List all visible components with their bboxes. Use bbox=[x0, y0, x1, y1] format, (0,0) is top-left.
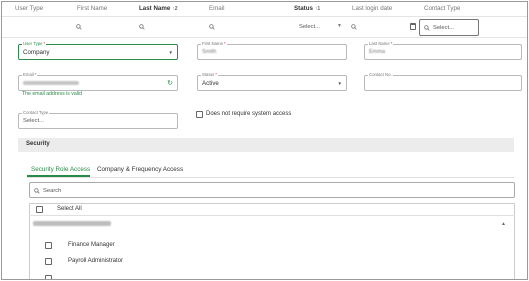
role-search-input[interactable]: Search bbox=[29, 182, 515, 198]
contact-type-value: Select... bbox=[23, 118, 44, 124]
role-label-payroll-administrator: Payroll Administrator bbox=[68, 258, 124, 264]
col-contact-type[interactable]: Contact Type bbox=[424, 5, 460, 12]
col-email[interactable]: Email bbox=[209, 5, 224, 12]
role-checkbox-finance-manager[interactable] bbox=[45, 242, 52, 249]
contact-no-field[interactable]: Contact No. bbox=[364, 72, 522, 91]
tab-company-frequency-access[interactable]: Company & Frequency Access bbox=[97, 166, 183, 173]
status-label: Status* bbox=[201, 72, 218, 78]
select-all-label: Select All bbox=[57, 206, 82, 212]
user-type-value: Company bbox=[23, 49, 50, 56]
first-name-label: First Name* bbox=[201, 41, 227, 47]
security-section-header[interactable]: Security bbox=[18, 138, 514, 152]
filter-row: Select... ▼ Select... bbox=[2, 16, 527, 38]
status-filter-select[interactable]: Select... bbox=[299, 24, 320, 30]
status-value: Active bbox=[202, 80, 219, 87]
sort-indicator-icon: ↑1 bbox=[314, 6, 321, 12]
user-type-label: User Type* bbox=[22, 41, 47, 47]
last-name-field[interactable]: Last Name* Emma bbox=[364, 41, 522, 60]
col-user-type[interactable]: User Type bbox=[15, 5, 43, 12]
search-icon[interactable] bbox=[76, 24, 82, 30]
email-value-redacted bbox=[23, 81, 79, 85]
chevron-down-icon: ▼ bbox=[337, 81, 342, 86]
search-icon bbox=[424, 25, 430, 31]
chevron-down-icon: ▼ bbox=[337, 23, 342, 29]
first-name-field[interactable]: First Name* Smith bbox=[197, 41, 347, 60]
role-search-placeholder: Search bbox=[43, 188, 62, 194]
contact-type-label: Contact Type bbox=[22, 110, 50, 116]
first-name-value: Smith bbox=[202, 49, 217, 55]
contact-type-filter-select[interactable]: Select... bbox=[419, 19, 479, 36]
col-status[interactable]: Status ↑1 bbox=[294, 5, 320, 12]
tab-security-role-access[interactable]: Security Role Access bbox=[31, 166, 90, 173]
security-title: Security bbox=[26, 141, 50, 147]
role-checkbox[interactable] bbox=[45, 275, 52, 279]
last-name-label: Last Name* bbox=[368, 41, 394, 47]
no-system-access-label: Does not require system access bbox=[206, 111, 292, 117]
col-last-name-label: Last Name bbox=[139, 5, 171, 12]
chevron-up-icon[interactable]: ▲ bbox=[501, 221, 506, 227]
tab-divider bbox=[27, 177, 514, 178]
grid-header: User Type First Name Last Name ↑2 Email S… bbox=[2, 2, 527, 16]
email-label: Email* bbox=[22, 72, 38, 78]
search-icon[interactable] bbox=[209, 24, 215, 30]
role-group-name-redacted bbox=[33, 221, 111, 226]
sort-indicator-icon: ↑2 bbox=[172, 6, 178, 12]
role-checkbox-payroll-administrator[interactable] bbox=[45, 258, 52, 265]
contact-type-filter-value: Select... bbox=[433, 25, 454, 31]
chevron-down-icon: ▼ bbox=[168, 50, 173, 55]
last-name-value: Emma bbox=[369, 49, 386, 55]
contact-type-select[interactable]: Contact Type Select... bbox=[18, 110, 178, 129]
user-type-select[interactable]: User Type* Company ▼ bbox=[18, 41, 178, 60]
search-icon[interactable] bbox=[351, 24, 357, 30]
calendar-icon[interactable] bbox=[410, 23, 416, 30]
status-select[interactable]: Status* Active ▼ bbox=[197, 72, 347, 91]
refresh-icon[interactable]: ↻ bbox=[167, 79, 173, 87]
email-field[interactable]: Email* ↻ bbox=[18, 72, 178, 91]
user-editor-frame: User Type First Name Last Name ↑2 Email S… bbox=[1, 1, 528, 280]
col-first-name[interactable]: First Name bbox=[77, 5, 107, 12]
search-icon[interactable] bbox=[139, 24, 145, 30]
contact-no-label: Contact No. bbox=[368, 72, 393, 78]
search-icon bbox=[34, 188, 40, 194]
role-label-finance-manager: Finance Manager bbox=[68, 242, 115, 248]
col-last-login[interactable]: Last login date bbox=[352, 5, 392, 12]
list-divider bbox=[29, 215, 515, 216]
col-status-label: Status bbox=[294, 5, 313, 12]
select-all-checkbox[interactable] bbox=[36, 206, 43, 213]
col-last-name[interactable]: Last Name ↑2 bbox=[139, 5, 178, 12]
no-system-access-checkbox[interactable] bbox=[196, 111, 203, 118]
email-validation-message: The email address is valid bbox=[22, 91, 82, 97]
